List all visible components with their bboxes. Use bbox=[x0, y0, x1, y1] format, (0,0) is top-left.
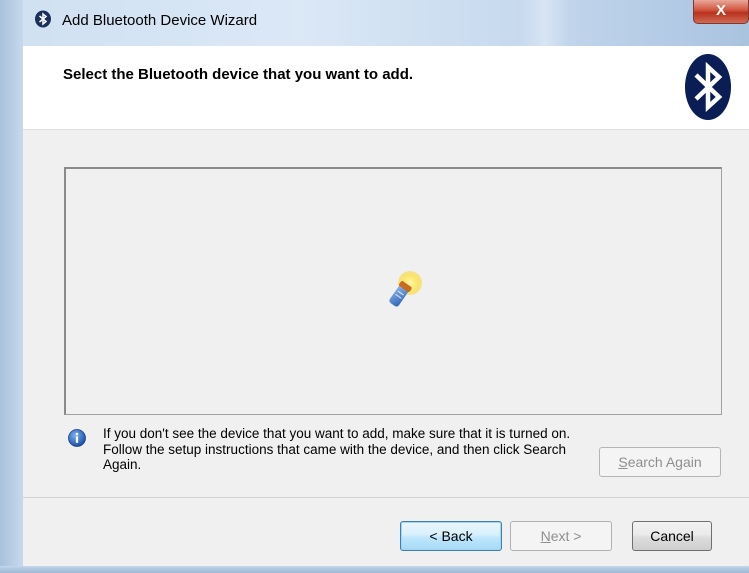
info-icon bbox=[68, 429, 86, 447]
device-list[interactable] bbox=[64, 167, 722, 415]
back-button[interactable]: < Back bbox=[400, 521, 502, 551]
info-message: If you don't see the device that you wan… bbox=[103, 426, 571, 472]
title-bar[interactable]: Add Bluetooth Device Wizard bbox=[0, 0, 749, 46]
page-instruction: Select the Bluetooth device that you wan… bbox=[63, 66, 414, 83]
bluetooth-logo-icon bbox=[685, 54, 731, 120]
window-frame-bottom bbox=[0, 566, 749, 573]
searching-flashlight-icon bbox=[389, 271, 422, 307]
cancel-button[interactable]: Cancel bbox=[632, 521, 712, 551]
window-title: Add Bluetooth Device Wizard bbox=[62, 12, 258, 29]
wizard-content: If you don't see the device that you wan… bbox=[23, 130, 749, 497]
search-again-button[interactable]: Search Again bbox=[599, 447, 721, 477]
wizard-header: Select the Bluetooth device that you wan… bbox=[23, 46, 749, 130]
close-button[interactable]: X bbox=[693, 0, 749, 24]
next-button[interactable]: Next > bbox=[510, 521, 612, 551]
window-frame-left bbox=[0, 0, 23, 573]
wizard-footer: < Back Next > Cancel bbox=[23, 498, 749, 566]
wizard-window: Add Bluetooth Device Wizard X Select the… bbox=[0, 0, 749, 573]
bluetooth-icon bbox=[35, 10, 51, 28]
